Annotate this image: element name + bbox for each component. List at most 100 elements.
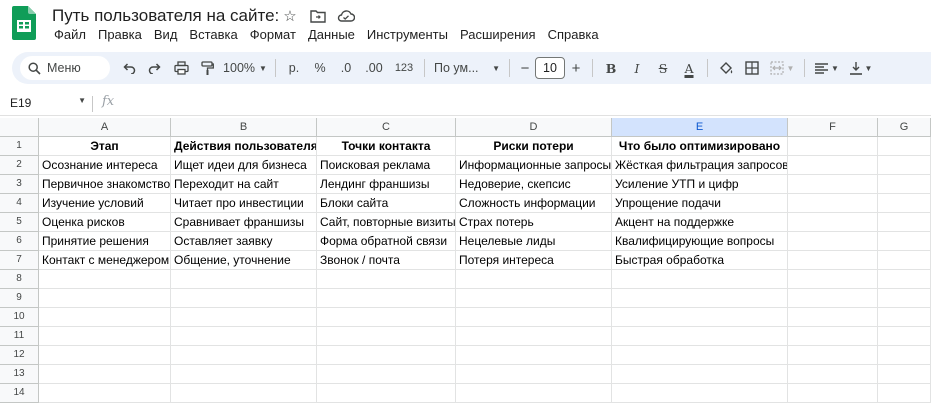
cell[interactable] <box>39 308 171 327</box>
document-title[interactable]: Путь пользователя на сайте: <box>52 6 279 26</box>
cell[interactable]: Лендинг франшизы <box>317 175 456 194</box>
merge-cells-button[interactable]: ▼ <box>765 56 799 80</box>
cell[interactable] <box>456 270 612 289</box>
cell[interactable] <box>317 384 456 403</box>
cell[interactable] <box>612 346 788 365</box>
cell[interactable]: Принятие решения <box>39 232 171 251</box>
move-folder-icon[interactable] <box>308 6 328 26</box>
cell[interactable]: Акцент на поддержке <box>612 213 788 232</box>
cell[interactable]: Точки контакта <box>317 137 456 156</box>
cell[interactable] <box>612 289 788 308</box>
horizontal-align-button[interactable]: ▼ <box>810 56 844 80</box>
cloud-status-icon[interactable] <box>336 6 356 26</box>
cell[interactable] <box>788 308 878 327</box>
row-header[interactable]: 12 <box>0 346 39 365</box>
cell[interactable]: Действия пользователя <box>171 137 317 156</box>
cell[interactable] <box>788 270 878 289</box>
cell[interactable] <box>878 270 931 289</box>
bold-button[interactable]: B <box>598 56 624 80</box>
cell[interactable] <box>39 270 171 289</box>
cell[interactable] <box>171 365 317 384</box>
cell[interactable] <box>456 289 612 308</box>
column-header-e[interactable]: E <box>612 118 788 137</box>
cell[interactable] <box>171 270 317 289</box>
cell[interactable]: Осознание интереса <box>39 156 171 175</box>
column-header-c[interactable]: C <box>317 118 456 137</box>
cell[interactable] <box>317 327 456 346</box>
cell[interactable] <box>788 289 878 308</box>
number-format-button[interactable]: 123 <box>389 56 419 80</box>
cell[interactable]: Сравнивает франшизы <box>171 213 317 232</box>
font-family-select[interactable]: По ум... ▼ <box>430 56 504 80</box>
decrease-decimal-button[interactable]: .0 <box>333 56 359 80</box>
column-header-d[interactable]: D <box>456 118 612 137</box>
cell[interactable] <box>878 289 931 308</box>
menu-search[interactable]: Меню <box>20 56 110 80</box>
cell[interactable] <box>612 308 788 327</box>
fill-color-button[interactable] <box>713 56 739 80</box>
cell[interactable] <box>788 175 878 194</box>
cell[interactable] <box>878 232 931 251</box>
cell[interactable] <box>878 137 931 156</box>
cell[interactable] <box>878 308 931 327</box>
row-header[interactable]: 8 <box>0 270 39 289</box>
italic-button[interactable]: I <box>624 56 650 80</box>
sheets-logo-icon[interactable] <box>12 6 36 40</box>
cell[interactable] <box>878 251 931 270</box>
text-color-button[interactable]: A <box>676 56 702 80</box>
zoom-select[interactable]: 100% ▼ <box>220 56 270 80</box>
column-header-f[interactable]: F <box>788 118 878 137</box>
font-size-input[interactable]: 10 <box>535 57 565 79</box>
cell[interactable] <box>788 251 878 270</box>
row-header[interactable]: 6 <box>0 232 39 251</box>
menu-format[interactable]: Формат <box>244 26 302 44</box>
cell[interactable]: Упрощение подачи <box>612 194 788 213</box>
cell[interactable] <box>317 365 456 384</box>
paint-format-button[interactable] <box>194 56 220 80</box>
row-header[interactable]: 1 <box>0 137 39 156</box>
cell[interactable]: Изучение условий <box>39 194 171 213</box>
row-header[interactable]: 11 <box>0 327 39 346</box>
cell[interactable] <box>171 289 317 308</box>
menu-extensions[interactable]: Расширения <box>454 26 542 44</box>
cell[interactable]: Квалифицирующие вопросы <box>612 232 788 251</box>
cell[interactable]: Поисковая реклама <box>317 156 456 175</box>
cell[interactable] <box>788 365 878 384</box>
menu-view[interactable]: Вид <box>148 26 184 44</box>
cell[interactable]: Быстрая обработка <box>612 251 788 270</box>
redo-button[interactable] <box>142 56 168 80</box>
cell[interactable] <box>612 270 788 289</box>
borders-button[interactable] <box>739 56 765 80</box>
cell[interactable]: Форма обратной связи <box>317 232 456 251</box>
cell[interactable]: Сложность информации <box>456 194 612 213</box>
percent-format-button[interactable]: % <box>307 56 333 80</box>
cell[interactable]: Страх потерь <box>456 213 612 232</box>
cell[interactable] <box>39 365 171 384</box>
cell[interactable] <box>788 137 878 156</box>
cell[interactable]: Первичное знакомство <box>39 175 171 194</box>
cell[interactable]: Что было оптимизировано <box>612 137 788 156</box>
vertical-align-button[interactable]: ▼ <box>844 56 878 80</box>
cell[interactable] <box>788 194 878 213</box>
cell[interactable] <box>878 194 931 213</box>
row-header[interactable]: 9 <box>0 289 39 308</box>
column-header-a[interactable]: A <box>39 118 171 137</box>
cell[interactable] <box>39 346 171 365</box>
cell[interactable]: Потеря интереса <box>456 251 612 270</box>
print-button[interactable] <box>168 56 194 80</box>
increase-font-size-button[interactable]: + <box>565 56 587 80</box>
row-header[interactable]: 2 <box>0 156 39 175</box>
cell[interactable] <box>39 384 171 403</box>
cell[interactable]: Сайт, повторные визиты <box>317 213 456 232</box>
cell[interactable] <box>612 384 788 403</box>
cell[interactable]: Этап <box>39 137 171 156</box>
cell[interactable]: Блоки сайта <box>317 194 456 213</box>
cell[interactable] <box>171 308 317 327</box>
cell[interactable]: Недоверие, скепсис <box>456 175 612 194</box>
column-header-g[interactable]: G <box>878 118 931 137</box>
cell[interactable] <box>788 346 878 365</box>
cell[interactable] <box>788 156 878 175</box>
menu-help[interactable]: Справка <box>542 26 605 44</box>
cell[interactable] <box>39 289 171 308</box>
cell[interactable] <box>612 365 788 384</box>
